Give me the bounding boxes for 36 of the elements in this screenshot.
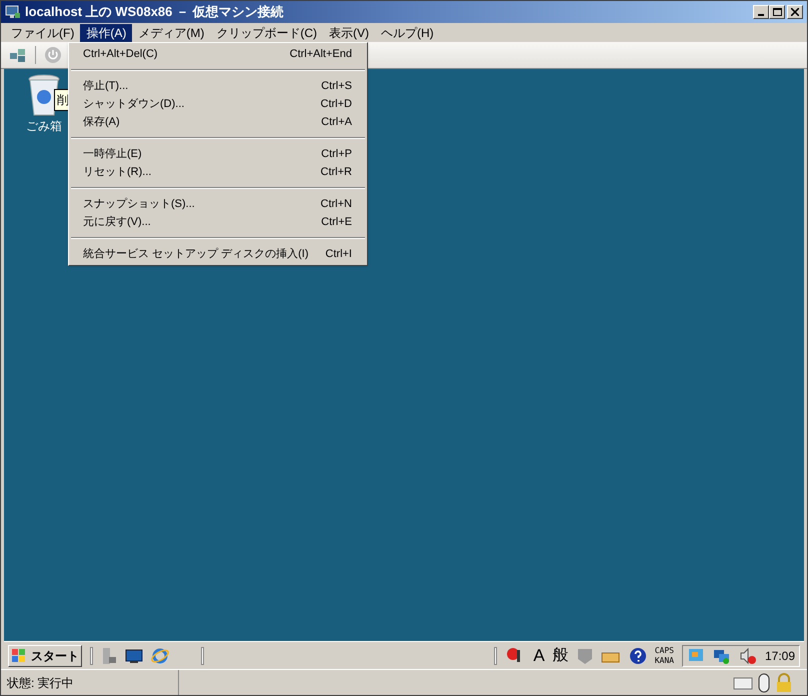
ime-mode[interactable]: A	[533, 647, 545, 664]
menu-bar-item[interactable]: ファイル(F)	[5, 24, 80, 42]
close-icon	[791, 8, 799, 16]
mouse-icon	[757, 672, 771, 692]
start-button[interactable]: スタート	[8, 644, 82, 666]
server-icon[interactable]	[101, 646, 117, 664]
menu-item[interactable]: スナップショット(S)... Ctrl+N	[69, 195, 367, 213]
lock-icon	[775, 672, 793, 692]
kana-indicator: KANA	[654, 656, 674, 666]
help-icon[interactable]	[628, 646, 647, 664]
menu-bar-item[interactable]: 表示(V)	[323, 24, 375, 42]
windows-logo-icon	[11, 648, 27, 664]
menu-item[interactable]: 統合サービス セットアップ ディスクの挿入(I) Ctrl+I	[69, 245, 367, 263]
menu-item[interactable]: 保存(A) Ctrl+A	[69, 113, 367, 131]
menu-bar-item[interactable]: ヘルプ(H)	[375, 24, 440, 42]
menu-bar-item[interactable]: クリップボード(C)	[210, 24, 323, 42]
network-icon[interactable]	[9, 47, 27, 63]
menu-item[interactable]: 元に戻す(V)... Ctrl+E	[69, 213, 367, 231]
muted-speaker-icon[interactable]	[738, 646, 757, 664]
maximize-button[interactable]	[769, 5, 785, 19]
ime-kanji[interactable]: 般	[552, 648, 569, 664]
close-button[interactable]	[787, 5, 803, 19]
menu-item[interactable]: Ctrl+Alt+Del(C) Ctrl+Alt+End	[69, 45, 367, 63]
monitor-icon	[5, 4, 21, 20]
clock[interactable]: 17:09	[764, 646, 795, 664]
menu-bar-item[interactable]: メディア(M)	[132, 24, 210, 42]
menu-bar-item[interactable]: 操作(A)	[80, 24, 132, 42]
caps-indicator: CAPS	[654, 646, 674, 656]
menu-item[interactable]: リセット(R)... Ctrl+R	[69, 163, 367, 181]
icon-label: ごみ箱	[26, 118, 62, 135]
menu-item[interactable]: 一時停止(E) Ctrl+P	[69, 145, 367, 163]
browser-icon[interactable]	[151, 646, 169, 664]
minimize-button[interactable]	[753, 5, 769, 19]
status-text: 状態: 実行中	[1, 670, 179, 695]
monitor-icon[interactable]	[125, 648, 143, 664]
window-title: localhost 上の WS08x86 － 仮想マシン接続	[25, 3, 284, 22]
